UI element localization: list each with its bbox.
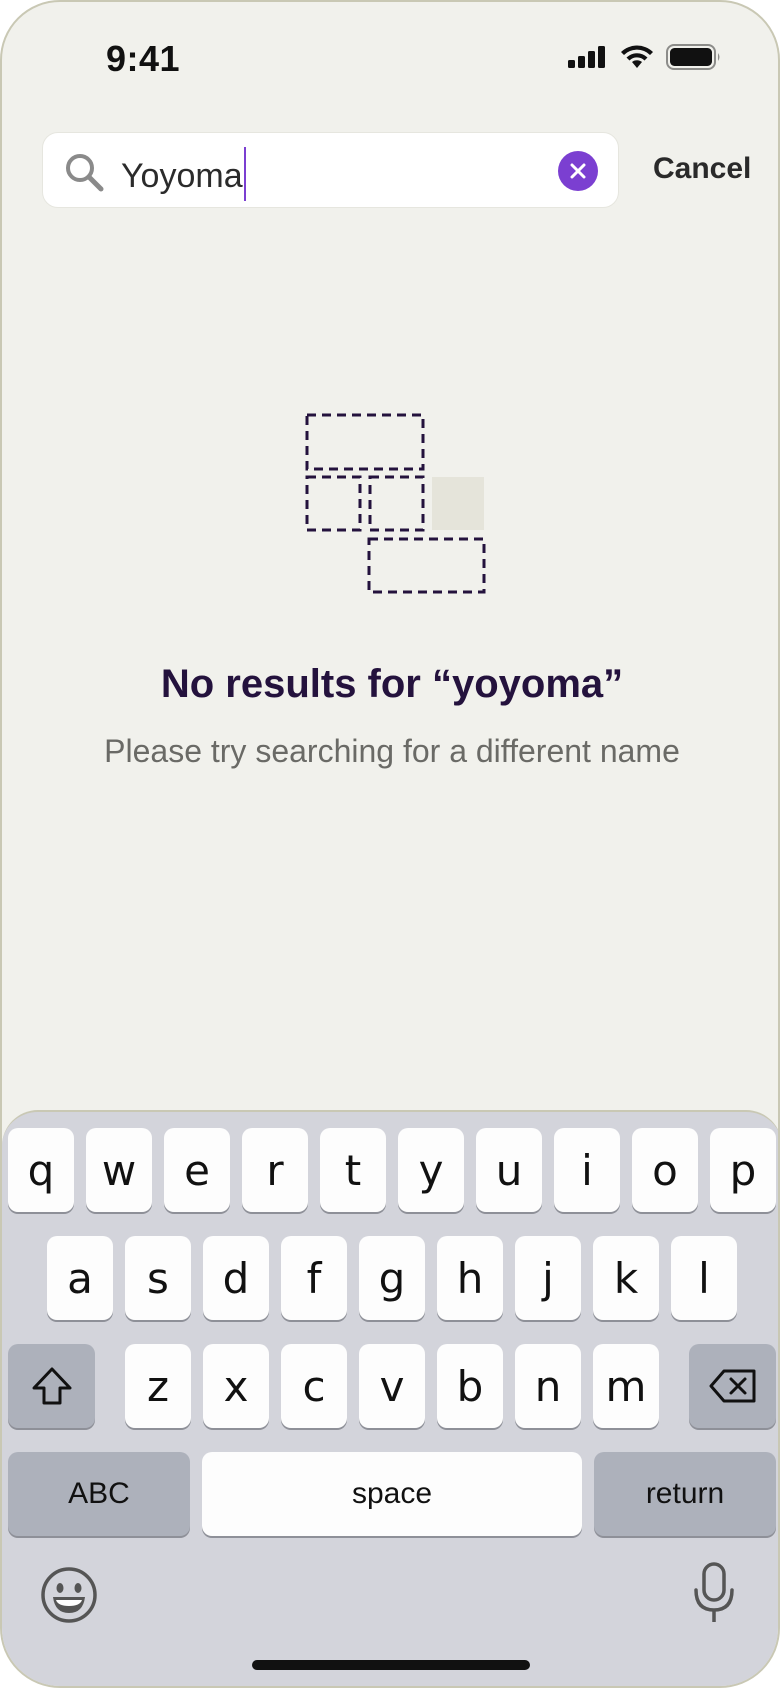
home-indicator[interactable] <box>252 1660 530 1670</box>
phone-screen: 9:41 Yoyoma Cancel No results for “yoyom… <box>0 0 780 1688</box>
backspace-icon <box>709 1369 755 1403</box>
wifi-icon <box>621 45 653 68</box>
key-c[interactable]: c <box>281 1344 347 1428</box>
key-i[interactable]: i <box>554 1128 620 1212</box>
key-x[interactable]: x <box>203 1344 269 1428</box>
key-w[interactable]: w <box>86 1128 152 1212</box>
key-m[interactable]: m <box>593 1344 659 1428</box>
clear-icon <box>570 163 586 179</box>
status-icons <box>568 44 722 70</box>
key-e[interactable]: e <box>164 1128 230 1212</box>
key-g[interactable]: g <box>359 1236 425 1320</box>
delete-key[interactable] <box>689 1344 776 1428</box>
key-n[interactable]: n <box>515 1344 581 1428</box>
search-bar: Yoyoma <box>42 132 619 208</box>
shift-icon <box>32 1367 71 1405</box>
key-d[interactable]: d <box>203 1236 269 1320</box>
key-z[interactable]: z <box>125 1344 191 1428</box>
search-icon <box>66 154 104 192</box>
key-y[interactable]: y <box>398 1128 464 1212</box>
key-o[interactable]: o <box>632 1128 698 1212</box>
key-p[interactable]: p <box>710 1128 776 1212</box>
empty-results-illustration <box>305 413 486 594</box>
text-cursor <box>243 147 246 201</box>
key-f[interactable]: f <box>281 1236 347 1320</box>
key-k[interactable]: k <box>593 1236 659 1320</box>
key-l[interactable]: l <box>671 1236 737 1320</box>
key-r[interactable]: r <box>242 1128 308 1212</box>
key-a[interactable]: a <box>47 1236 113 1320</box>
key-v[interactable]: v <box>359 1344 425 1428</box>
empty-state-subtitle: Please try searching for a different nam… <box>104 733 680 769</box>
space-key[interactable]: space <box>202 1452 582 1536</box>
clear-search-button[interactable] <box>558 151 598 191</box>
cellular-signal-icon <box>568 46 605 68</box>
key-b[interactable]: b <box>437 1344 503 1428</box>
status-time: 9:41 <box>106 38 181 79</box>
emoji-icon[interactable] <box>40 1566 98 1624</box>
return-key[interactable]: return <box>594 1452 776 1536</box>
on-screen-keyboard: q w e r t y u i o p a s d f g h j k l z … <box>2 1110 778 1686</box>
microphone-icon[interactable] <box>692 1562 736 1624</box>
shift-key[interactable] <box>8 1344 95 1428</box>
abc-key[interactable]: ABC <box>8 1452 190 1536</box>
search-input-value: Yoyoma <box>121 156 243 195</box>
empty-state-title: No results for “yoyoma” <box>160 662 624 706</box>
key-u[interactable]: u <box>476 1128 542 1212</box>
key-h[interactable]: h <box>437 1236 503 1320</box>
key-j[interactable]: j <box>515 1236 581 1320</box>
cancel-button[interactable]: Cancel <box>653 152 751 186</box>
key-q[interactable]: q <box>8 1128 74 1212</box>
battery-icon <box>666 44 720 70</box>
search-input[interactable]: Yoyoma <box>121 147 246 205</box>
key-t[interactable]: t <box>320 1128 386 1212</box>
key-s[interactable]: s <box>125 1236 191 1320</box>
